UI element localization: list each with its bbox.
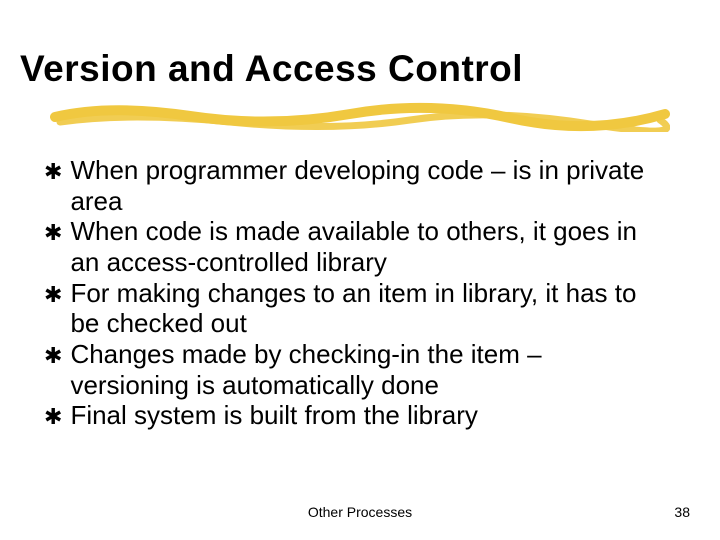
bullet-marker-icon: ✱: [44, 159, 62, 185]
bullet-text: When code is made available to others, i…: [70, 216, 664, 277]
bullet-item: ✱ When programmer developing code – is i…: [44, 155, 664, 216]
bullet-list: ✱ When programmer developing code – is i…: [44, 155, 664, 431]
slide-number: 38: [674, 504, 690, 520]
bullet-marker-icon: ✱: [44, 404, 62, 430]
bullet-text: Changes made by checking-in the item – v…: [70, 339, 664, 400]
bullet-text: For making changes to an item in library…: [70, 278, 664, 339]
slide: Version and Access Control ✱ When progra…: [0, 0, 720, 540]
title-underline: [50, 102, 670, 132]
bullet-text: When programmer developing code – is in …: [70, 155, 664, 216]
slide-title: Version and Access Control: [20, 48, 523, 90]
bullet-item: ✱ Changes made by checking-in the item –…: [44, 339, 664, 400]
bullet-marker-icon: ✱: [44, 282, 62, 308]
bullet-text: Final system is built from the library: [70, 400, 477, 431]
bullet-marker-icon: ✱: [44, 343, 62, 369]
footer-label: Other Processes: [0, 504, 720, 520]
bullet-item: ✱ For making changes to an item in libra…: [44, 278, 664, 339]
bullet-marker-icon: ✱: [44, 220, 62, 246]
bullet-item: ✱ When code is made available to others,…: [44, 216, 664, 277]
bullet-item: ✱ Final system is built from the library: [44, 400, 664, 431]
